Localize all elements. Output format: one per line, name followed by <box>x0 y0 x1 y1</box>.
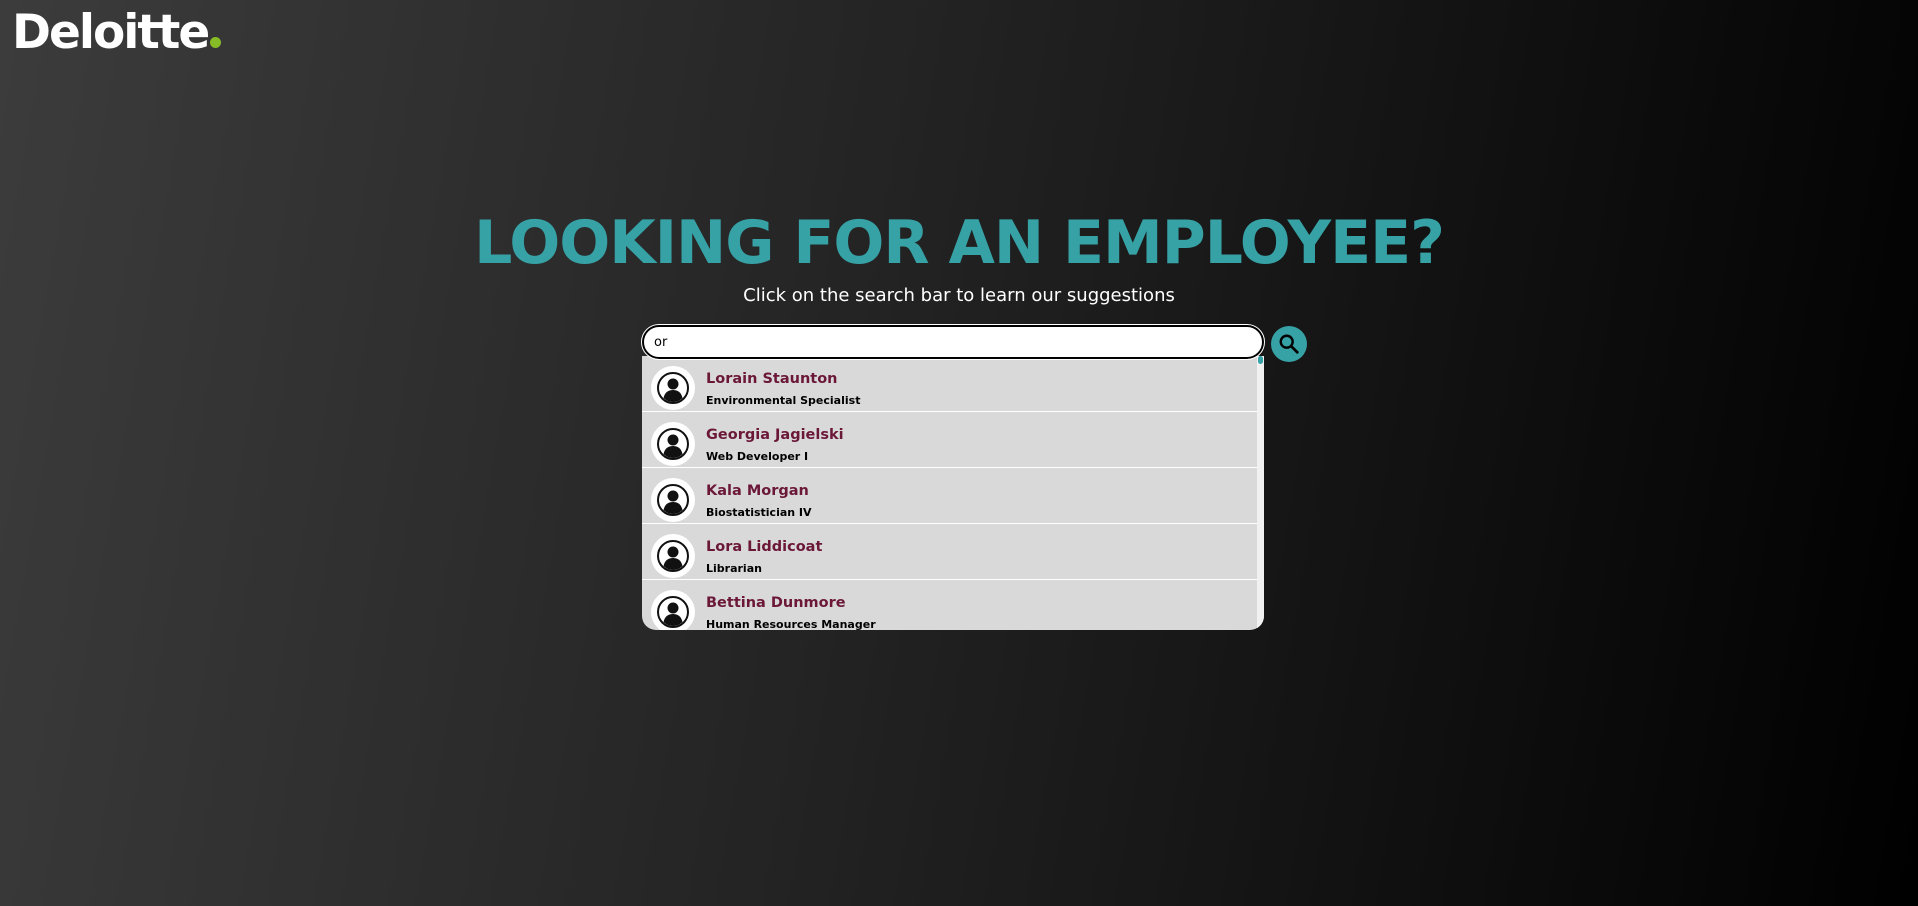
user-avatar-icon <box>651 534 695 578</box>
suggestion-role: Web Developer I <box>706 450 809 463</box>
search-input[interactable] <box>641 324 1265 360</box>
suggestion-name: Lorain Staunton <box>706 371 838 387</box>
search-icon <box>1279 334 1299 354</box>
suggestion-name: Georgia Jagielski <box>706 427 844 443</box>
logo-green-dot <box>210 37 222 48</box>
suggestion-item[interactable]: Bettina Dunmore Human Resources Manager <box>642 580 1257 630</box>
suggestion-item[interactable]: Lora Liddicoat Librarian <box>642 524 1257 580</box>
suggestion-role: Librarian <box>706 562 762 575</box>
suggestion-item[interactable]: Georgia Jagielski Web Developer I <box>642 412 1257 468</box>
page-subtitle: Click on the search bar to learn our sug… <box>743 285 1175 306</box>
scrollbar-thumb[interactable] <box>1258 356 1263 364</box>
user-avatar-icon <box>651 366 695 410</box>
user-avatar-icon <box>651 422 695 466</box>
suggestion-name: Lora Liddicoat <box>706 539 823 555</box>
suggestion-name: Kala Morgan <box>706 483 809 499</box>
dropdown-scrollbar[interactable] <box>1257 356 1264 630</box>
page-title: LOOKING FOR AN EMPLOYEE? <box>474 208 1445 278</box>
suggestion-role: Human Resources Manager <box>706 618 876 630</box>
suggestions-list: Lorain Staunton Environmental Specialist… <box>642 356 1257 630</box>
suggestion-role: Biostatistician IV <box>706 506 812 519</box>
suggestion-name: Bettina Dunmore <box>706 595 846 611</box>
user-avatar-icon <box>651 590 695 630</box>
suggestion-item[interactable]: Lorain Staunton Environmental Specialist <box>642 356 1257 412</box>
search-button[interactable] <box>1271 326 1307 362</box>
deloitte-logo[interactable]: Deloitte <box>12 4 222 62</box>
suggestion-item[interactable]: Kala Morgan Biostatistician IV <box>642 468 1257 524</box>
user-avatar-icon <box>651 478 695 522</box>
logo-text: Deloitte <box>12 5 210 60</box>
search-bar <box>641 324 1265 360</box>
suggestion-role: Environmental Specialist <box>706 394 861 407</box>
suggestions-dropdown[interactable]: Lorain Staunton Environmental Specialist… <box>642 356 1264 630</box>
